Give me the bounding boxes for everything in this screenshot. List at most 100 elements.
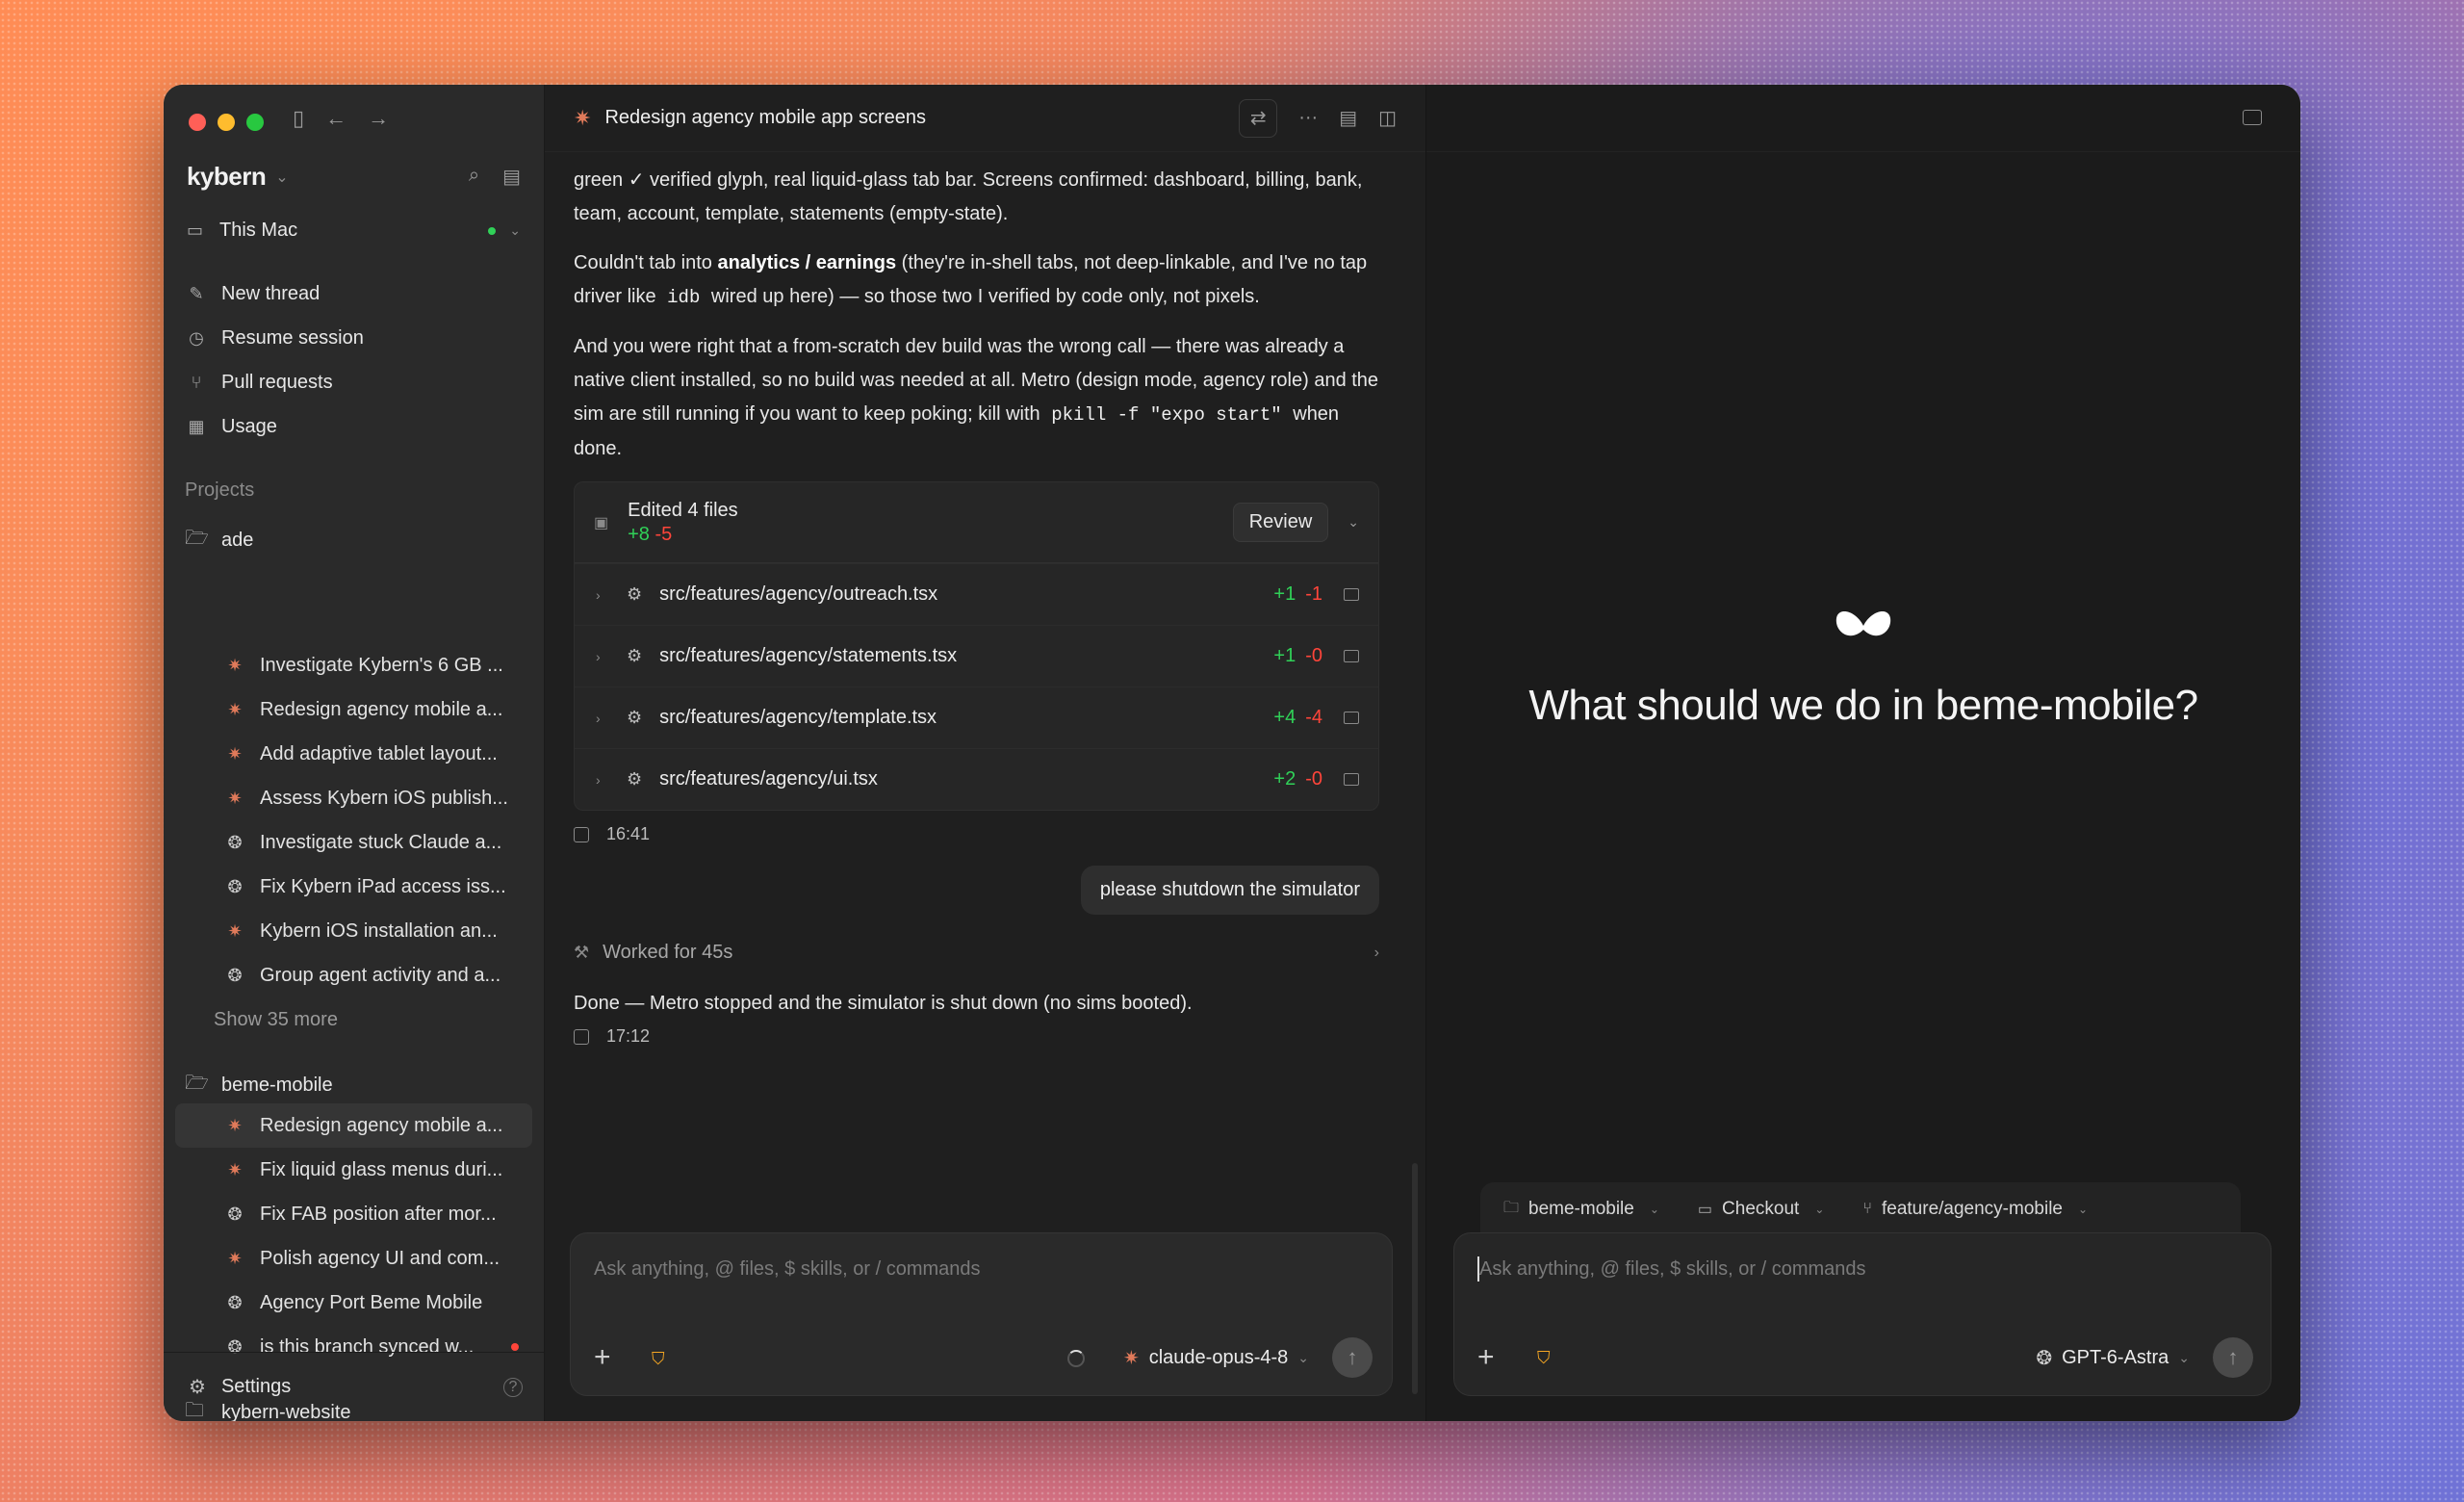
new-note-icon[interactable]: ▤ [502, 165, 521, 189]
chevron-down-icon: ⌄ [1297, 1350, 1309, 1365]
add-attachment-button[interactable]: + [1477, 1343, 1495, 1372]
file-diff-stats: +4 -4 [1273, 707, 1322, 728]
thread-item[interactable]: ❂ Fix FAB position after mor... [175, 1192, 532, 1236]
new-thread-pane: What should we do in beme-mobile? 🗀 beme… [1426, 85, 2300, 1421]
file-row[interactable]: › ⚙ src/features/agency/template.tsx +4-… [575, 686, 1378, 748]
show-more-link[interactable]: Show 35 more [175, 997, 532, 1042]
chevron-right-icon[interactable]: › [596, 587, 609, 603]
thread-title: Redesign agency mobile app screens [604, 107, 926, 128]
open-file-icon[interactable] [1344, 588, 1359, 601]
thread-item[interactable]: ✷ Polish agency UI and com... [175, 1236, 532, 1281]
thread-item[interactable]: ❂ Fix Kybern iPad access iss... [175, 865, 532, 909]
review-button[interactable]: Review [1232, 503, 1329, 542]
file-row[interactable]: › ⚙ src/features/agency/outreach.tsx +1-… [575, 563, 1378, 625]
nav-label: Usage [221, 415, 277, 437]
machine-selector[interactable]: ▭ This Mac ⌄ [187, 220, 521, 242]
thread-item[interactable]: ✷ Investigate Kybern's 6 GB ... [175, 643, 532, 687]
send-button[interactable]: ↑ [1332, 1337, 1373, 1378]
composer-input[interactable]: Ask anything, @ files, $ skills, or / co… [594, 1258, 981, 1281]
send-button[interactable]: ↑ [2213, 1337, 2253, 1378]
thread-item[interactable]: ❂ Group agent activity and a... [175, 953, 532, 997]
edited-files-card: ▣ Edited 4 files +8 -5 Review ⌄ › ⚙ src/… [574, 481, 1379, 811]
split-panel-icon[interactable]: ◫ [1378, 106, 1397, 130]
copy-icon[interactable] [574, 826, 589, 842]
chevron-down-icon[interactable]: ⌄ [1348, 514, 1359, 531]
thread-item[interactable]: ❂ Agency Port Beme Mobile [175, 1281, 532, 1325]
shield-icon[interactable]: ⛉ [1537, 1348, 1551, 1368]
thread-item[interactable]: ✷ Fix liquid glass menus duri... [175, 1148, 532, 1192]
model-selector[interactable]: ✷ claude-opus-4-8 ⌄ [1066, 1346, 1309, 1370]
nav-pull-requests[interactable]: ⑂ Pull requests [187, 360, 521, 404]
claude-icon: ✷ [1122, 1348, 1140, 1369]
thread-item[interactable]: ✷ Add adaptive tablet layout... [175, 732, 532, 776]
copy-icon[interactable] [574, 1028, 589, 1045]
project-name: beme-mobile [221, 1074, 333, 1096]
timestamp: 16:41 [606, 824, 651, 843]
split-panel-icon[interactable] [2243, 110, 2262, 125]
file-diff-stats: +2 -0 [1273, 768, 1322, 790]
scrollbar[interactable] [1412, 1163, 1418, 1394]
folder-open-icon: 🗁 [185, 1073, 209, 1094]
shield-icon[interactable]: ⛉ [652, 1349, 669, 1368]
claude-icon: ✷ [227, 699, 243, 719]
project-folder-ade[interactable]: 🗁 ade [185, 524, 253, 557]
nav-label: Resume session [221, 326, 364, 349]
claude-icon: ✷ [227, 1248, 243, 1268]
thread-item[interactable]: ✷ Redesign agency mobile a... [175, 687, 532, 732]
project-name: ade [221, 529, 254, 551]
file-row[interactable]: › ⚙ src/features/agency/ui.tsx +2 -0 [575, 748, 1378, 810]
terminal-panel-icon[interactable]: ▤ [1339, 106, 1357, 130]
nav-resume-session[interactable]: ◷ Resume session [187, 316, 521, 360]
chevron-right-icon[interactable]: › [596, 649, 609, 664]
open-file-icon[interactable] [1344, 712, 1359, 724]
file-row[interactable]: › ⚙ src/features/agency/statements.tsx +… [575, 625, 1378, 686]
sidebar-nav: ✎ New thread ◷ Resume session ⑂ Pull req… [187, 272, 521, 449]
environment-selector[interactable]: ▭ Checkout ⌄ [1698, 1199, 1824, 1220]
swap-icon[interactable]: ⇄ [1239, 98, 1278, 138]
laptop-icon: ▭ [1697, 1202, 1713, 1218]
openai-icon: ❂ [227, 832, 243, 852]
openai-icon: ❂ [2036, 1348, 2053, 1369]
settings-row[interactable]: ⚙ Settings ? [164, 1352, 544, 1421]
search-icon[interactable]: ⌕ [469, 165, 479, 189]
laptop-icon: ▭ [187, 220, 204, 240]
nav-usage[interactable]: ▦ Usage [187, 404, 521, 449]
open-file-icon[interactable] [1344, 650, 1359, 662]
claude-icon: ✷ [574, 105, 592, 130]
project-selector[interactable]: 🗀 beme-mobile ⌄ [1503, 1197, 1659, 1223]
user-message: please shutdown the simulator [1080, 866, 1379, 915]
more-icon[interactable]: ··· [1298, 107, 1318, 129]
minimize-window-button[interactable] [218, 114, 235, 131]
nav-label: Pull requests [221, 371, 333, 393]
projects-heading: Projects [185, 479, 255, 501]
file-diff-stats: +1 -1 [1273, 583, 1322, 605]
back-arrow-icon[interactable]: ← [325, 106, 346, 131]
chevron-right-icon[interactable]: › [596, 711, 609, 726]
thread-item-active[interactable]: ✷ Redesign agency mobile a... [175, 1103, 532, 1148]
thread-item[interactable]: ✷ Kybern iOS installation an... [175, 909, 532, 953]
nav-new-thread[interactable]: ✎ New thread [187, 272, 521, 316]
project-folder-beme-mobile[interactable]: 🗁 beme-mobile [185, 1069, 333, 1101]
open-file-icon[interactable] [1344, 773, 1359, 786]
workspace-name[interactable]: kybern [187, 162, 267, 192]
thread-item[interactable]: ✷ Assess Kybern iOS publish... [175, 776, 532, 820]
edited-files-header[interactable]: ▣ Edited 4 files +8 -5 Review ⌄ [575, 482, 1378, 563]
help-icon[interactable]: ? [503, 1377, 523, 1397]
forward-arrow-icon[interactable]: → [368, 106, 389, 131]
worked-summary[interactable]: ⚒ Worked for 45s › [574, 942, 1379, 964]
edited-files-title: Edited 4 files [628, 499, 738, 521]
window-controls [189, 114, 264, 131]
message-meta: 17:12 [574, 1026, 1379, 1047]
zoom-window-button[interactable] [246, 114, 264, 131]
add-attachment-button[interactable]: + [594, 1343, 611, 1372]
close-window-button[interactable] [189, 114, 206, 131]
toolbar-icons: ▯ ← → [293, 106, 389, 131]
chevron-right-icon[interactable]: › [596, 772, 609, 788]
gear-file-icon: ⚙ [627, 769, 643, 789]
thread-item[interactable]: ❂ Investigate stuck Claude a... [175, 820, 532, 865]
chevron-down-icon[interactable]: ⌄ [275, 168, 288, 187]
branch-selector[interactable]: ⑂ feature/agency-mobile ⌄ [1862, 1199, 2088, 1220]
composer-input[interactable]: Ask anything, @ files, $ skills, or / co… [1479, 1258, 1866, 1281]
model-selector[interactable]: ❂ GPT-6-Astra ⌄ [2036, 1346, 2190, 1370]
sidebar-toggle-icon[interactable]: ▯ [293, 106, 304, 131]
